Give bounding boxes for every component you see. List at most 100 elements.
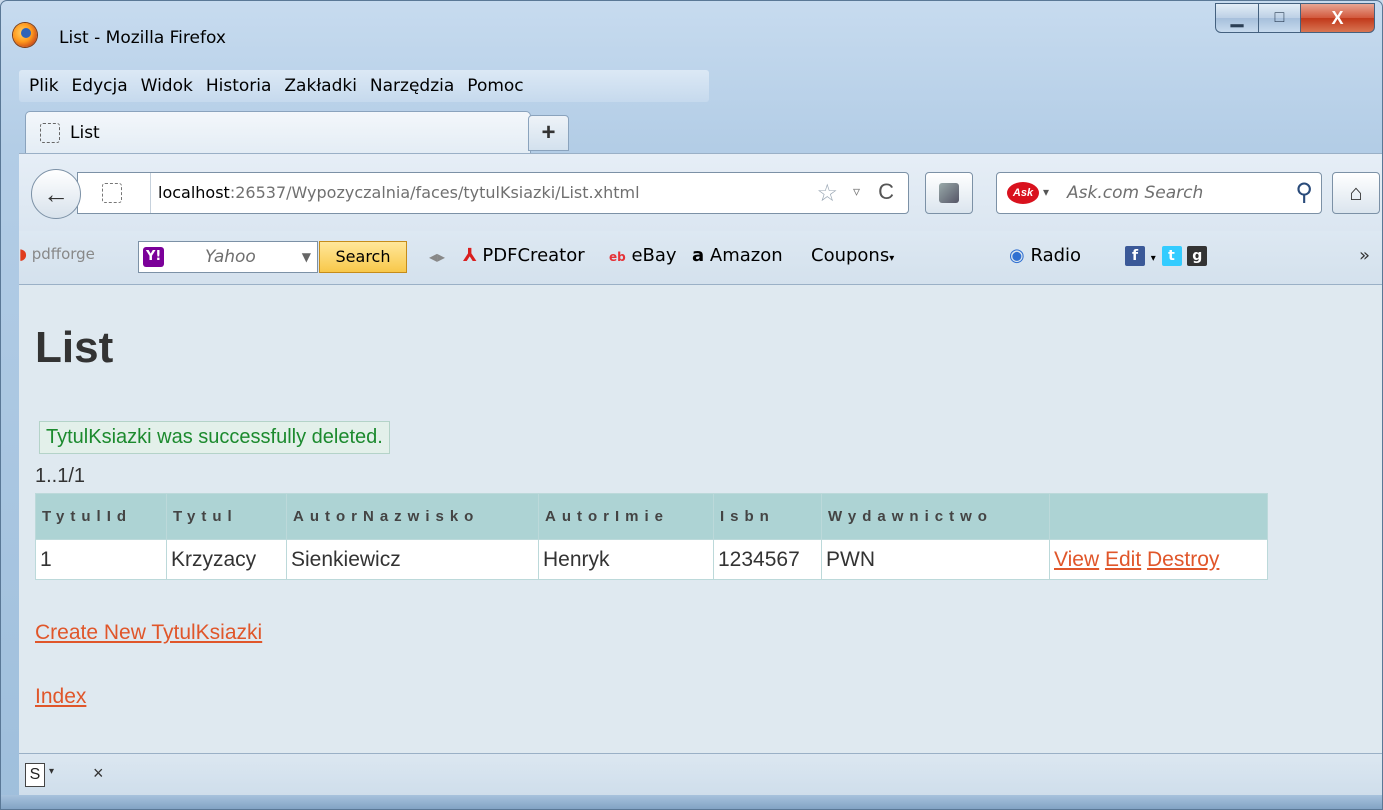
success-message: TytulKsiazki was successfully deleted. [39,421,390,454]
menu-edycja[interactable]: Edycja [72,76,128,96]
url-host: localhost [158,183,230,202]
site-identity-icon[interactable] [102,183,122,203]
coupons-dropdown-icon: ▾ [889,253,895,264]
google-plus-icon[interactable]: g [1187,246,1208,266]
url-separator [150,173,151,213]
yahoo-search-field[interactable]: Y! Yahoo ▼ [138,241,318,273]
close-icon[interactable]: × [93,763,104,784]
new-tab-button[interactable]: + [528,115,569,151]
url-history-dropdown-icon[interactable]: ▿ [853,183,860,200]
yahoo-logo-icon: Y! [143,247,165,267]
social-icons: f ▾ t g [1125,245,1208,266]
pdfforge-link[interactable]: ◗ pdfforge [19,245,95,263]
tytul-ksiazki-table: TytulId Tytul AutorNazwisko AutorImie Is… [35,493,1268,580]
addon-s-icon[interactable]: S [25,763,45,787]
column-header-autornazwisko: AutorNazwisko [286,493,539,540]
pdf-icon: ⅄ [463,245,477,266]
twitter-icon[interactable]: t [1161,246,1182,266]
cell-isbn: 1234567 [713,539,822,580]
page-favicon-icon [40,123,60,143]
toolbar-grip-icon[interactable]: ◂▸ [429,247,445,266]
ebay-icon: eb [609,250,626,264]
ask-logo-icon[interactable]: Ask [1007,182,1039,204]
search-input[interactable]: Ask.com Search [1067,183,1203,203]
column-header-wydawnictwo: Wydawnictwo [821,493,1050,540]
bookmark-ebay[interactable]: eb eBay [609,245,677,266]
tab-strip: List + [1,109,1382,153]
column-header-isbn: Isbn [713,493,822,540]
tab-label: List [70,123,100,143]
minimize-button[interactable]: ▁ [1215,3,1259,33]
yahoo-search-input[interactable]: Yahoo [205,247,256,267]
pdfforge-icon: ◗ [19,245,27,263]
cell-wydawnictwo: PWN [821,539,1050,580]
yahoo-search-button[interactable]: Search [319,241,407,273]
page-title: List [35,323,114,372]
column-header-autorimie: AutorImie [538,493,714,540]
maximize-button[interactable]: □ [1259,3,1301,33]
column-header-tytulid: TytulId [35,493,167,540]
extension-icon [939,183,959,203]
bookmarks-overflow-icon[interactable]: » [1359,245,1370,266]
cell-tytulid: 1 [35,539,167,580]
bookmark-coupons[interactable]: Coupons▾ [811,245,894,266]
menu-historia[interactable]: Historia [206,76,272,96]
home-button[interactable]: ⌂ [1332,172,1380,214]
extension-button[interactable] [925,172,973,214]
tab-list[interactable]: List [25,111,531,153]
facebook-dropdown-icon[interactable]: ▾ [1151,253,1156,264]
navigation-toolbar: localhost:26537/Wypozyczalnia/faces/tytu… [19,153,1382,231]
index-link[interactable]: Index [35,685,86,709]
url-bar[interactable]: localhost:26537/Wypozyczalnia/faces/tytu… [77,172,909,214]
cell-autorimie: Henryk [538,539,714,580]
menu-plik[interactable]: Plik [29,76,59,96]
create-new-link[interactable]: Create New TytulKsiazki [35,621,262,645]
radio-icon: ◉ [1009,245,1025,266]
search-engine-dropdown-icon[interactable]: ▾ [1043,185,1049,199]
bookmark-label: Coupons [811,245,890,266]
column-header-actions [1049,493,1268,540]
bookmark-star-icon[interactable]: ☆ [816,179,838,208]
menu-zakladki[interactable]: Zakładki [284,76,357,96]
back-button[interactable]: ← [31,169,81,219]
bookmark-label: eBay [631,245,677,266]
url-text[interactable]: localhost:26537/Wypozyczalnia/faces/tytu… [158,183,640,202]
menu-pomoc[interactable]: Pomoc [467,76,523,96]
bookmark-amazon[interactable]: a Amazon [692,245,783,266]
table-row: 1 Krzyzacy Sienkiewicz Henryk 1234567 PW… [35,539,1268,580]
search-bar[interactable]: Ask ▾ Ask.com Search ⚲ [996,172,1322,214]
firefox-logo-icon [13,23,37,47]
destroy-link[interactable]: Destroy [1147,548,1219,571]
status-bar: S ▾ × [19,753,1382,795]
edit-link[interactable]: Edit [1105,548,1141,571]
bookmark-pdfcreator[interactable]: ⅄ PDFCreator [463,245,585,266]
bookmarks-toolbar: ◗ pdfforge Y! Yahoo ▼ Search ◂▸ ⅄ PDFCre… [19,231,1382,285]
close-button[interactable]: X [1301,3,1375,33]
page-content: List TytulKsiazki was successfully delet… [19,285,1382,753]
browser-window: List - Mozilla Firefox ▁ □ X Plik Edycja… [0,0,1383,810]
yahoo-dropdown-icon[interactable]: ▼ [302,250,311,264]
window-title: List - Mozilla Firefox [59,28,226,48]
bookmark-label: Radio [1030,245,1082,266]
menu-widok[interactable]: Widok [141,76,193,96]
menu-narzedzia[interactable]: Narzędzia [370,76,454,96]
cell-actions: View Edit Destroy [1049,539,1268,580]
column-header-tytul: Tytul [166,493,287,540]
table-header-row: TytulId Tytul AutorNazwisko AutorImie Is… [35,493,1268,540]
title-bar: List - Mozilla Firefox ▁ □ X [1,1,1382,63]
pagination-counter: 1..1/1 [35,465,86,487]
search-icon[interactable]: ⚲ [1295,178,1313,207]
facebook-icon[interactable]: f [1125,246,1145,266]
reload-icon[interactable]: C [878,179,894,205]
cell-autornazwisko: Sienkiewicz [286,539,539,580]
amazon-icon: a [692,245,705,266]
menu-bar: Plik Edycja Widok Historia Zakładki Narz… [19,70,709,102]
window-controls: ▁ □ X [1215,3,1375,33]
bookmark-radio[interactable]: ◉ Radio [1009,245,1081,266]
url-path: :26537/Wypozyczalnia/faces/tytulKsiazki/… [229,183,640,202]
window-bottom-edge [1,795,1382,809]
bookmark-label: PDFCreator [482,245,585,266]
cell-tytul: Krzyzacy [166,539,287,580]
addon-dropdown-icon[interactable]: ▾ [49,766,54,777]
view-link[interactable]: View [1054,548,1099,571]
